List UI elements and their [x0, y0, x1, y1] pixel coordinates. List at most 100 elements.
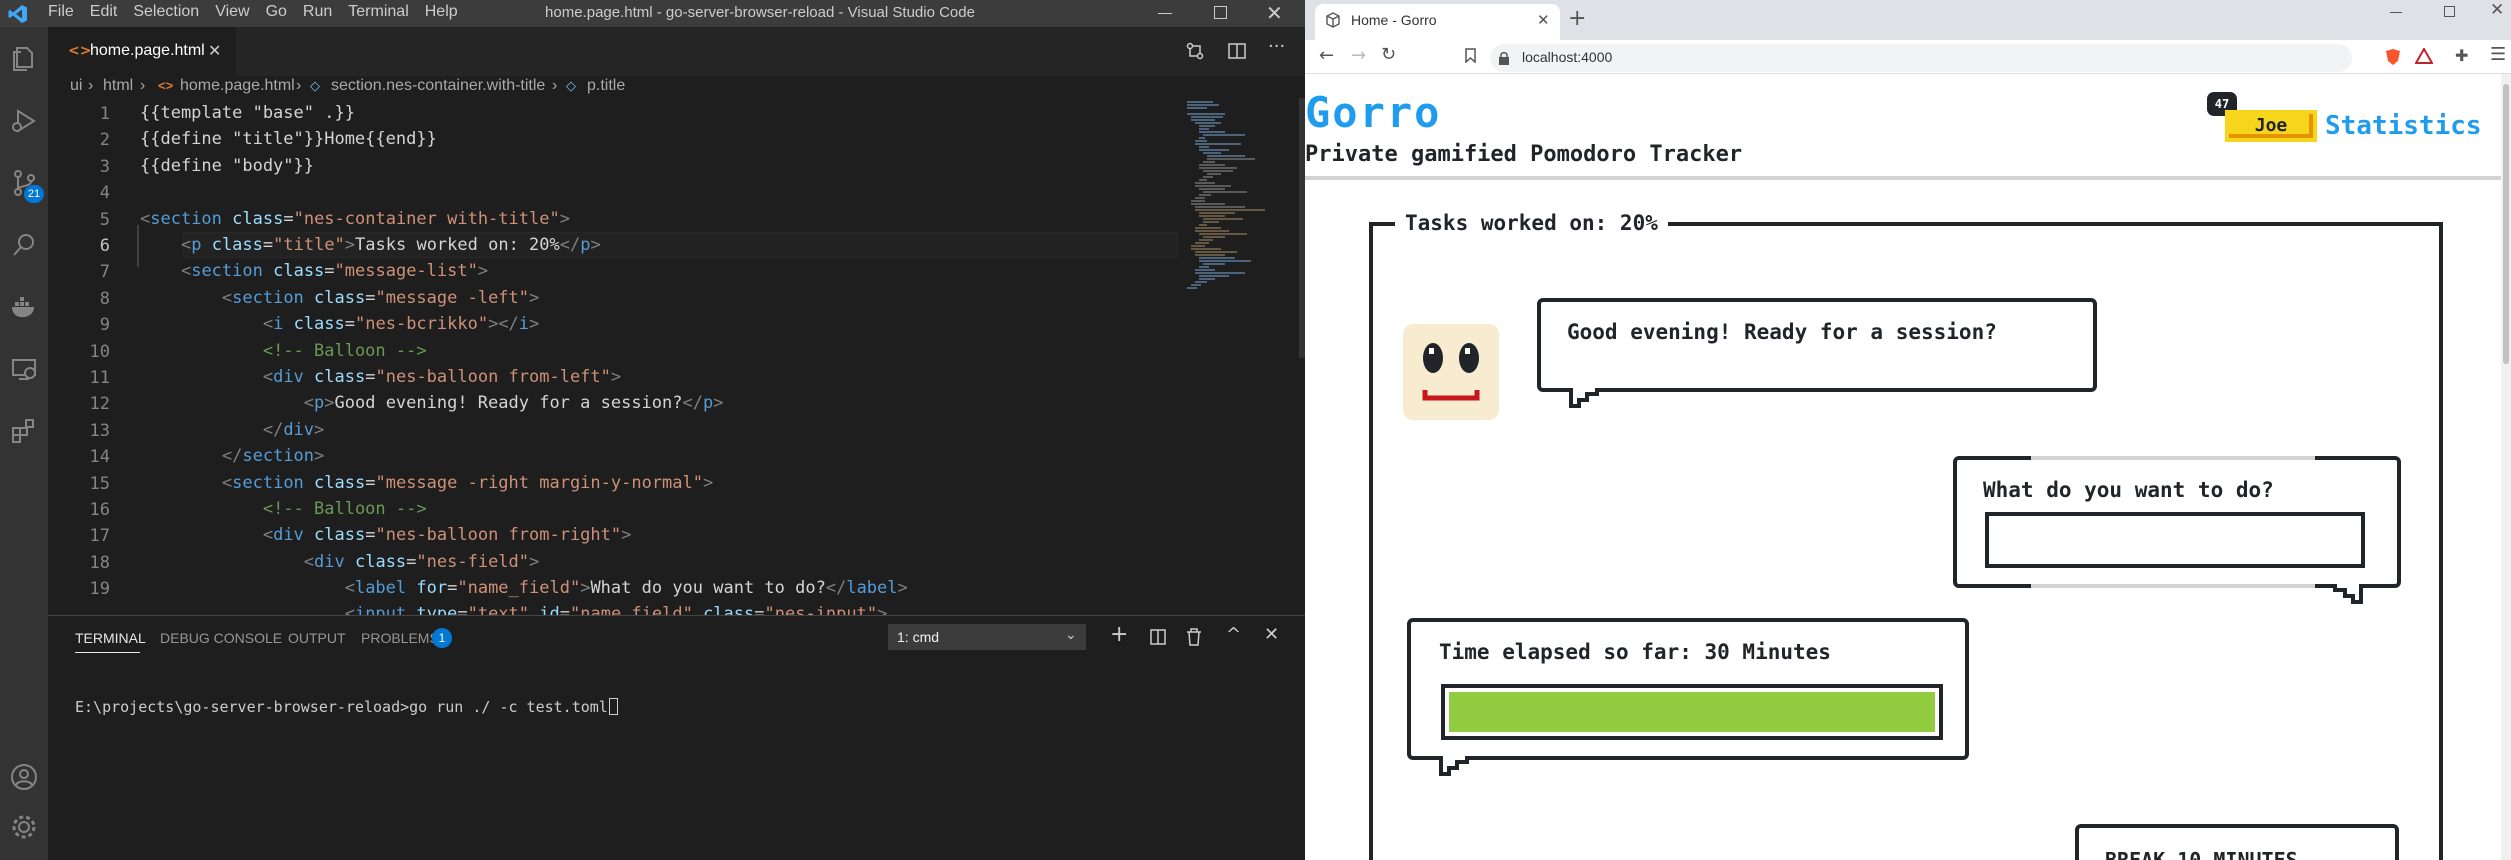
breadcrumb-ui[interactable]: ui: [70, 77, 82, 95]
code-line: <section class="nes-container with-title…: [140, 209, 570, 229]
scm-badge: 21: [24, 185, 44, 203]
split-editor-icon[interactable]: [1228, 42, 1246, 60]
terminal-command-line: E:\projects\go-server-browser-reload>go …: [75, 698, 608, 716]
extensions-puzzle-icon[interactable]: ✚: [2455, 46, 2468, 65]
menu-selection[interactable]: Selection: [133, 3, 199, 20]
code-line: <section class="message -right margin-y-…: [221, 473, 714, 493]
balloon-tail-left: [1437, 756, 1471, 776]
line-number: 10: [89, 342, 110, 362]
greeting-balloon: Good evening! Ready for a session?: [1537, 298, 2097, 392]
info-icon[interactable]: [1498, 51, 1510, 65]
split-terminal-icon[interactable]: [1150, 629, 1166, 645]
balloon-highlight: [2031, 584, 2315, 588]
remote-explorer-icon[interactable]: [8, 353, 40, 385]
minimize-icon[interactable]: [2390, 12, 2402, 13]
menu-edit[interactable]: Edit: [90, 3, 118, 20]
line-number: 18: [89, 553, 110, 573]
menu-icon[interactable]: ☰: [2490, 44, 2506, 65]
container-title: Tasks worked on: 20%: [1395, 211, 1668, 235]
page-scrollbar[interactable]: [2501, 74, 2511, 860]
html-file-icon: <>: [158, 78, 174, 93]
time-balloon: Time elapsed so far: 30 Minutes: [1407, 618, 1969, 760]
terminal-output[interactable]: E:\projects\go-server-browser-reload>go …: [75, 698, 618, 716]
code-line: <section class="message -left">: [221, 288, 540, 308]
maximize-panel-icon[interactable]: ^: [1226, 624, 1241, 645]
menu-run[interactable]: Run: [303, 3, 332, 20]
extensions-icon[interactable]: [8, 415, 40, 447]
line-number: 1: [99, 104, 110, 124]
maximize-icon[interactable]: [2444, 6, 2455, 17]
close-panel-icon[interactable]: ✕: [1264, 624, 1279, 645]
code-line: <p class="title">Tasks worked on: 20%</p…: [180, 235, 601, 255]
explorer-icon[interactable]: [8, 43, 40, 75]
break-button[interactable]: BREAK 10 MINUTES: [2105, 848, 2298, 860]
line-number: 11: [89, 368, 110, 388]
code-line: </div>: [262, 420, 325, 440]
code-line: <p>Good evening! Ready for a session?</p…: [303, 393, 724, 413]
tab-close-icon[interactable]: ✕: [208, 41, 221, 60]
browser-tab-bar: Home - Gorro ✕ + ✕: [1305, 0, 2511, 40]
html-file-icon: <>: [68, 43, 92, 59]
element-icon: ◇: [566, 78, 576, 93]
menu-go[interactable]: Go: [266, 3, 287, 20]
new-tab-icon[interactable]: +: [1568, 6, 1586, 31]
docker-icon[interactable]: [8, 291, 40, 323]
trash-icon[interactable]: [1186, 628, 1202, 646]
breadcrumb-file[interactable]: home.page.html: [180, 77, 295, 95]
maximize-icon[interactable]: [1214, 6, 1227, 19]
breadcrumb-separator: ›: [140, 77, 146, 94]
breadcrumb-html[interactable]: html: [103, 77, 133, 95]
more-actions-icon[interactable]: ···: [1268, 36, 1285, 57]
forward-icon[interactable]: →: [1351, 45, 1366, 66]
panel-tab-output[interactable]: OUTPUT: [288, 630, 346, 646]
compare-changes-icon[interactable]: [1186, 42, 1204, 60]
line-number: 19: [89, 579, 110, 599]
line-number: 13: [89, 421, 110, 441]
brave-rewards-icon[interactable]: [2414, 46, 2434, 64]
task-input[interactable]: [1985, 512, 2365, 568]
close-window-icon[interactable]: ✕: [2490, 0, 2504, 20]
scrollbar-thumb[interactable]: [2503, 84, 2509, 364]
panel-tab-terminal[interactable]: TERMINAL: [75, 630, 146, 646]
header-divider: [1305, 176, 2501, 180]
site-logo[interactable]: Gorro: [1305, 88, 1441, 137]
editor-tab-bar: [48, 27, 1305, 76]
balloon-highlight: [2031, 456, 2315, 460]
statistics-link[interactable]: Statistics: [2325, 111, 2482, 141]
tab-close-icon[interactable]: ✕: [1537, 11, 1550, 29]
bookmark-icon[interactable]: [1465, 48, 1476, 64]
url-bar[interactable]: localhost:4000: [1490, 44, 2352, 72]
editor-tab-home-page[interactable]: <> home.page.html ✕: [48, 27, 236, 76]
source-control-icon[interactable]: 21: [8, 167, 44, 203]
brave-shields-icon[interactable]: [2385, 48, 2401, 66]
menu-file[interactable]: File: [48, 3, 74, 20]
terminal-select[interactable]: 1: cmd ⌄: [888, 624, 1086, 650]
user-button[interactable]: Joe: [2225, 110, 2317, 142]
chevron-down-icon: ⌄: [1065, 627, 1077, 643]
activity-bar: 21: [0, 27, 48, 860]
minimize-icon[interactable]: [1158, 13, 1172, 14]
menu-view[interactable]: View: [215, 3, 249, 20]
new-terminal-icon[interactable]: +: [1110, 622, 1128, 647]
code-line: <div class="nes-balloon from-right">: [262, 525, 632, 545]
run-debug-icon[interactable]: [8, 105, 40, 137]
code-line: <input type="text" id="name_field" class…: [344, 604, 888, 615]
account-icon[interactable]: [8, 761, 40, 793]
settings-gear-icon[interactable]: [8, 811, 40, 843]
line-number: 4: [99, 183, 110, 203]
minimap[interactable]: [1185, 98, 1305, 615]
close-window-icon[interactable]: ✕: [1266, 1, 1283, 25]
search-icon[interactable]: [8, 229, 40, 261]
reload-icon[interactable]: ↻: [1381, 44, 1396, 65]
cube-favicon-icon: [1325, 12, 1341, 28]
breadcrumb-section[interactable]: section.nes-container.with-title: [331, 77, 545, 95]
panel-tab-problems[interactable]: PROBLEMS: [361, 630, 439, 646]
panel-tab-debug-console[interactable]: DEBUG CONSOLE: [160, 630, 282, 646]
menu-help[interactable]: Help: [425, 3, 458, 20]
breadcrumb-p-title[interactable]: p.title: [587, 77, 625, 95]
browser-tab[interactable]: Home - Gorro ✕: [1315, 4, 1560, 40]
break-balloon: BREAK 10 MINUTES: [2075, 824, 2399, 860]
menu-terminal[interactable]: Terminal: [348, 3, 408, 20]
back-icon[interactable]: ←: [1319, 45, 1334, 66]
code-line: {{template "base" .}}: [140, 103, 355, 123]
